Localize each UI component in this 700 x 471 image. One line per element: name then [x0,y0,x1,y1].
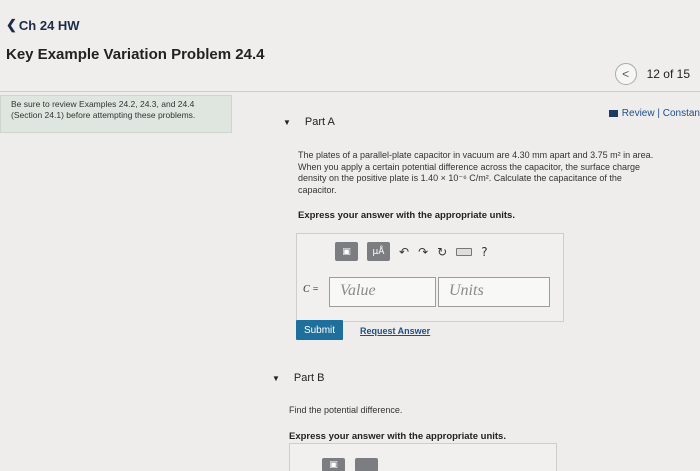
triangle-down-icon: ▼ [272,373,280,383]
fraction-template-icon: ▣ [342,246,351,257]
pagination: < 12 of 15 [614,63,690,85]
part-a-title: Part A [304,116,335,128]
book-icon [608,110,618,117]
symbols-button[interactable] [355,458,378,471]
part-b-instructions: Express your answer with the appropriate… [289,431,506,442]
micro-angstrom-icon: μÅ [372,246,385,257]
part-b-header[interactable]: ▼ Part B [272,372,325,384]
part-a-instructions: Express your answer with the appropriate… [298,210,515,221]
math-toolbar: ▣ [322,458,378,471]
problem-content: Be sure to review Examples 24.2, 24.3, a… [0,92,700,471]
reset-icon[interactable]: ↻ [437,245,447,259]
undo-icon[interactable]: ↶ [399,245,409,259]
previous-problem-button[interactable]: < [614,63,637,85]
part-b-answer-box: ▣ [289,443,557,471]
part-a-problem-text: The plates of a parallel-plate capacitor… [298,150,700,196]
templates-button[interactable]: ▣ [335,242,358,261]
problem-line: The plates of a parallel-plate capacitor… [298,150,654,160]
review-note: Be sure to review Examples 24.2, 24.3, a… [0,95,232,133]
review-link-label: Review | Constan [621,108,700,119]
submit-button[interactable]: Submit [296,320,343,340]
help-icon[interactable]: ? [481,245,487,259]
chevron-left-icon: ❮ [6,17,17,32]
back-to-assignment-link[interactable]: ❮ Ch 24 HW [6,17,80,33]
symbols-button[interactable]: μÅ [367,242,390,261]
keyboard-icon[interactable] [456,247,473,256]
request-answer-link[interactable]: Request Answer [360,326,430,336]
review-note-line: Be sure to review Examples 24.2, 24.3, a… [11,99,195,109]
review-constants-link[interactable]: Review | Constan [608,108,700,119]
triangle-down-icon: ▼ [283,117,291,127]
answer-entry-box: ▣ μÅ ↶ ↷ ↻ ? C = Value Units [296,233,564,322]
templates-button[interactable]: ▣ [322,458,345,471]
assignment-header: ❮ Ch 24 HW Key Example Variation Problem… [0,0,700,92]
part-b-title: Part B [293,372,325,384]
problem-line: capacitor. [298,184,337,195]
problem-line: When you apply a certain potential diffe… [298,161,641,172]
math-toolbar: ▣ μÅ ↶ ↷ ↻ ? [335,242,488,261]
part-a-header[interactable]: ▼ Part A [283,116,335,128]
value-input[interactable]: Value [329,277,436,307]
answer-variable-label: C = [303,284,319,295]
chevron-left-icon: < [622,67,630,81]
units-input[interactable]: Units [438,277,550,307]
part-b-problem-text: Find the potential difference. [289,405,403,415]
pager-count: 12 of 15 [646,67,690,81]
problem-line: density on the positive plate is 1.40 × … [298,173,622,183]
fraction-template-icon: ▣ [329,460,338,470]
assignment-title: Key Example Variation Problem 24.4 [6,46,265,63]
back-link-label: Ch 24 HW [18,17,80,33]
review-note-line: (Section 24.1) before attempting these p… [11,110,196,120]
redo-icon[interactable]: ↷ [418,245,428,259]
